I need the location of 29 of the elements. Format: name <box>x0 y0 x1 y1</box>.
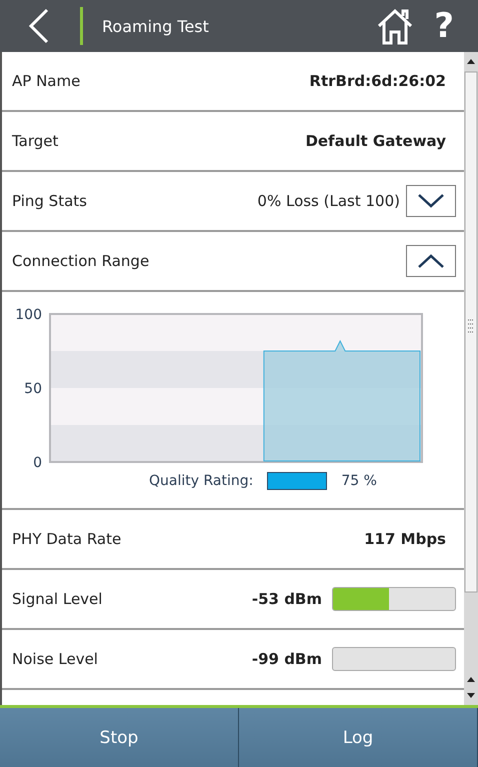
y-axis-label: 50 <box>24 381 42 397</box>
chevron-down-icon <box>416 193 446 209</box>
log-button[interactable]: Log <box>239 708 478 767</box>
y-axis-label: 100 <box>15 307 42 323</box>
row-label: Signal Level <box>12 590 104 608</box>
expand-toggle[interactable] <box>406 185 456 217</box>
chevron-up-icon <box>416 253 446 269</box>
row-value: 0% Loss (Last 100) <box>257 192 400 210</box>
row-label: AP Name <box>12 72 82 90</box>
row-value: -53 dBm <box>252 590 322 608</box>
row-label: Connection Range <box>12 252 150 270</box>
row-label: Ping Stats <box>12 192 88 210</box>
row-label: Target <box>12 132 60 150</box>
row-value: Default Gateway <box>305 132 446 150</box>
expand-toggle[interactable] <box>406 245 456 277</box>
back-icon[interactable] <box>28 8 50 44</box>
window-title: Roaming Test <box>102 16 210 36</box>
legend-label: Quality Rating: <box>149 473 254 489</box>
row-label: Noise Level <box>12 650 99 668</box>
row-value: RtrBrd:6d:26:02 <box>309 72 446 90</box>
help-button[interactable]: ? <box>434 6 454 46</box>
row-label: PHY Data Rate <box>12 530 122 548</box>
stop-button[interactable]: Stop <box>0 708 239 767</box>
scrollbar[interactable] <box>464 52 478 705</box>
legend-value: 75 % <box>341 473 377 489</box>
row-value: 117 Mbps <box>364 530 446 548</box>
y-axis-label: 0 <box>33 455 42 471</box>
home-icon[interactable] <box>376 6 414 46</box>
row-value: -99 dBm <box>252 650 322 668</box>
